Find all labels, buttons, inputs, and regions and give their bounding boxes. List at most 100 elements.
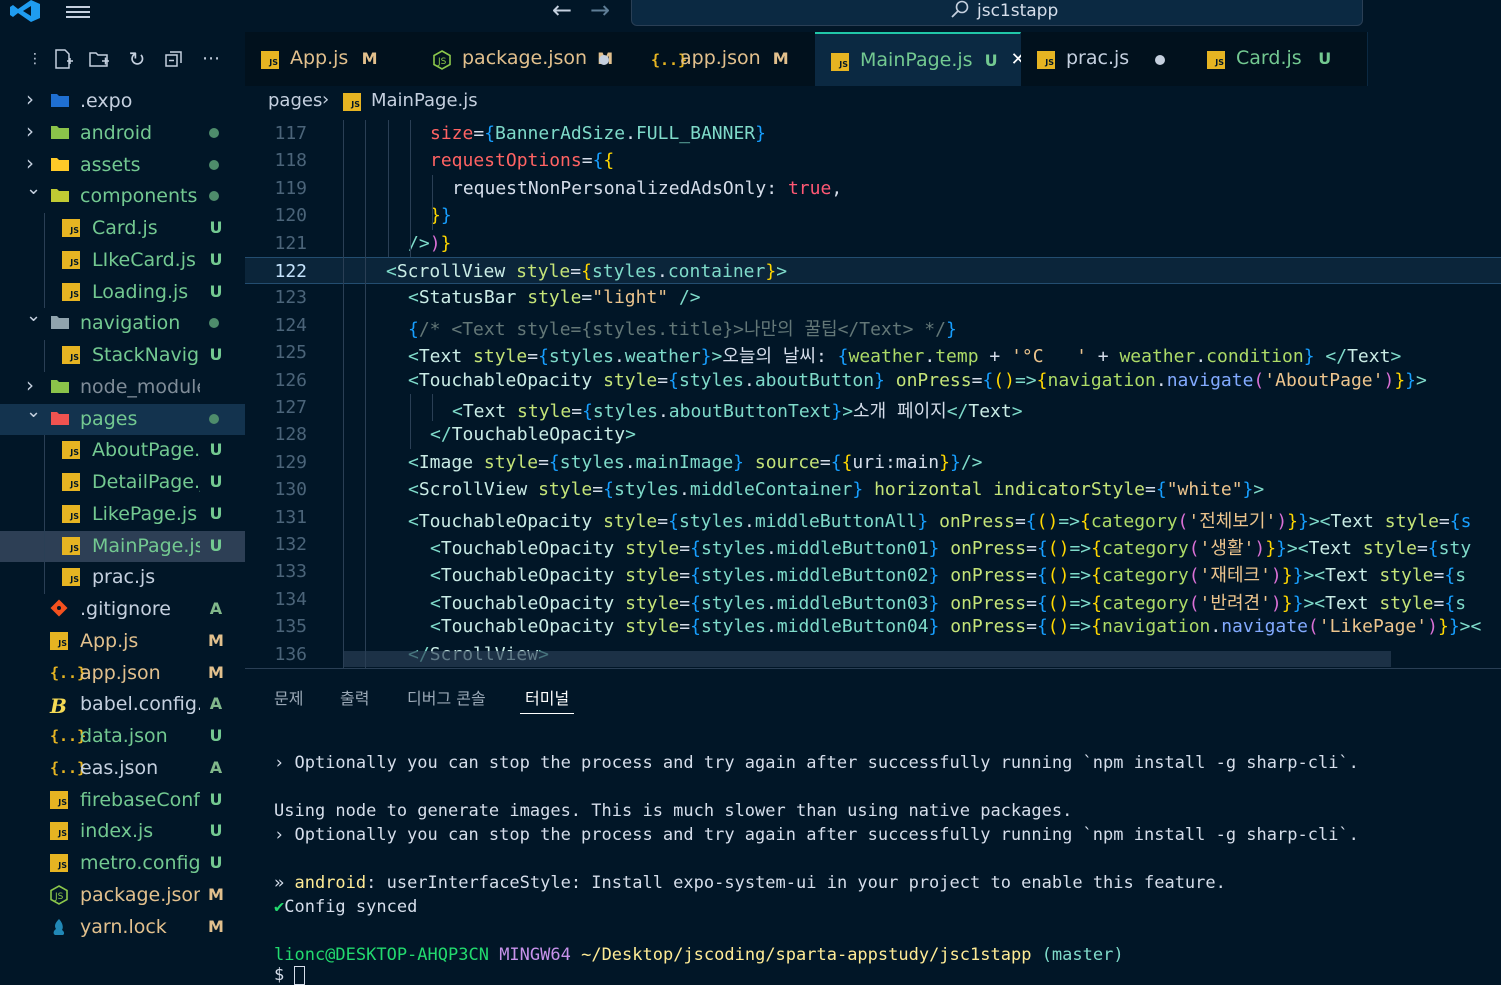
code-token: style <box>538 479 593 501</box>
tree-item-components[interactable]: ⌄ components <box>0 180 245 212</box>
code-text: requestNonPersonalizedAdsOnly: true, <box>452 178 842 199</box>
code-token: = <box>971 369 983 391</box>
code-token: < <box>430 565 441 587</box>
code-token: { <box>582 401 593 422</box>
tree-item-card-js[interactable]: JS Card.js U <box>0 213 245 244</box>
code-token: styles <box>700 616 766 638</box>
tree-item-stacknavig[interactable]: JS StackNavig... U <box>0 340 245 371</box>
tree-item-firebaseconf[interactable]: JS firebaseConf... U <box>0 785 245 816</box>
tree-item-eas-json[interactable]: {..} eas.json A <box>0 753 245 784</box>
js-file-icon: JS <box>62 218 82 238</box>
prompt-shell: MINGW64 <box>499 945 571 965</box>
code-token: onPress <box>950 538 1027 559</box>
tree-item-node-modules[interactable]: › node_modules <box>0 372 245 403</box>
chevron-down-icon[interactable]: ⌄ <box>26 402 42 420</box>
tree-item-assets[interactable]: › assets <box>0 150 245 181</box>
terminal-input-line[interactable]: $ <box>274 965 306 985</box>
tree-item-index-js[interactable]: JS index.js U <box>0 816 245 847</box>
unsaved-dot-icon[interactable] <box>599 55 609 65</box>
code-token: } <box>831 401 843 422</box>
tab-package-json[interactable]: JSpackage.jsonM <box>417 32 636 86</box>
code-token: > <box>1390 346 1402 368</box>
code-token: = <box>592 479 604 501</box>
tree-item-package-json[interactable]: JS package.json M <box>0 880 245 911</box>
chevron-right-icon[interactable]: › <box>26 89 42 109</box>
tree-item-likepage-js[interactable]: JS LikePage.js U <box>0 499 245 530</box>
indent-guide <box>432 174 433 230</box>
breadcrumb-file[interactable]: MainPage.js <box>371 90 478 111</box>
new-file-icon[interactable] <box>52 48 74 70</box>
panel-tab-0[interactable]: 문제 <box>274 685 303 709</box>
back-arrow-icon[interactable]: ← <box>552 0 572 24</box>
code-token: { <box>690 565 701 587</box>
git-file-icon <box>50 599 70 619</box>
tab-prac-js[interactable]: JS prac.js <box>1021 32 1192 86</box>
chevron-right-icon[interactable]: › <box>26 121 42 141</box>
chevron-down-icon[interactable]: ⌄ <box>26 307 42 325</box>
tree-item-likecard-js[interactable]: JS LIkeCard.js U <box>0 245 245 276</box>
json-file-icon: {..} <box>50 727 87 745</box>
tree-item-app-json[interactable]: {..} app.json M <box>0 658 245 689</box>
tree-item-mainpage-js[interactable]: JS MainPage.js U <box>0 530 245 562</box>
collapse-all-icon[interactable] <box>163 48 185 70</box>
tree-item-babel-config-js[interactable]: Bbabel.config.js A <box>0 689 245 720</box>
js-file-icon: JS <box>62 250 82 270</box>
tree-item-aboutpage-js[interactable]: JS AboutPage.js U <box>0 435 245 466</box>
tree-item-label: Loading.js <box>92 280 189 303</box>
tab-card-js[interactable]: JS Card.js U <box>1191 32 1368 86</box>
git-status-dot <box>209 191 219 202</box>
code-token: Text <box>1325 592 1369 614</box>
terminal-line: » android: userInterfaceStyle: Install e… <box>274 873 1226 893</box>
tree-item-navigation[interactable]: ⌄ navigation <box>0 307 245 339</box>
code-editor[interactable]: 117 size={BannerAdSize.FULL_BANNER} 118 req… <box>245 116 1501 668</box>
unsaved-dot-icon[interactable] <box>1155 55 1165 65</box>
js-file-icon: JS <box>62 567 82 587</box>
code-token: = <box>1438 510 1450 532</box>
code-token: . <box>1210 616 1222 638</box>
horizontal-scrollbar[interactable] <box>343 651 1391 667</box>
tree-item-android[interactable]: › android <box>0 118 245 149</box>
tree-item-gitignore[interactable]: .gitignore A <box>0 594 245 625</box>
panel-tab-1[interactable]: 출력 <box>340 685 369 709</box>
tree-item-loading-js[interactable]: JS Loading.js U <box>0 277 245 308</box>
refresh-icon[interactable]: ↻ <box>126 48 148 70</box>
code-token: } <box>1265 538 1277 559</box>
git-status-badge: M <box>208 630 224 650</box>
tree-item-prac-js[interactable]: JS prac.js <box>0 562 245 593</box>
command-center-search[interactable]: jsc1stapp <box>631 0 1363 26</box>
tree-item-metro-config-js[interactable]: JS metro.config.js U <box>0 848 245 879</box>
panel-tab-2[interactable]: 디버그 콘솔 <box>407 685 486 709</box>
code-token: </ <box>946 401 969 422</box>
code-token: = <box>1026 565 1037 587</box>
new-folder-icon[interactable] <box>88 48 110 70</box>
tab-app-js[interactable]: JS App.js M <box>245 32 418 86</box>
chevron-right-icon[interactable]: › <box>26 375 42 395</box>
git-status-badge: M <box>208 884 224 904</box>
code-token: > <box>1011 401 1023 422</box>
tree-item-detailpage-js[interactable]: JS DetailPage.js U <box>0 467 245 498</box>
tree-item-yarn-lock[interactable]: yarn.lock M <box>0 912 245 943</box>
code-token: = <box>1026 592 1037 614</box>
panel-tab-3[interactable]: 터미널 <box>525 685 569 709</box>
chevron-right-icon[interactable]: › <box>26 153 42 173</box>
chevron-down-icon[interactable]: ⌄ <box>26 180 42 198</box>
code-token: { <box>1091 565 1102 587</box>
more-actions-icon[interactable]: ⋯ <box>200 48 222 70</box>
tree-item-label: pages <box>80 407 138 430</box>
tab-app-json[interactable]: {..} app.json M <box>635 32 816 86</box>
breadcrumb-folder[interactable]: pages <box>268 90 322 111</box>
code-token: } <box>765 261 777 282</box>
tree-item-expo[interactable]: › .expo <box>0 86 245 117</box>
tree-item-data-json[interactable]: {..} data.json U <box>0 721 245 752</box>
code-token: {s <box>1449 510 1472 532</box>
tab-mainpage-js[interactable]: JS MainPage.js U ✕ <box>815 32 1026 86</box>
code-token: requestOptions <box>430 150 582 172</box>
tree-item-app-js[interactable]: JS App.js M <box>0 626 245 657</box>
hamburger-menu-icon[interactable] <box>66 3 90 21</box>
tree-item-pages[interactable]: ⌄ pages <box>0 402 245 435</box>
forward-arrow-icon[interactable]: → <box>590 0 610 24</box>
explorer-collapse-toggle-icon[interactable]: ⋮ <box>24 48 46 70</box>
indent-guide <box>44 213 45 309</box>
